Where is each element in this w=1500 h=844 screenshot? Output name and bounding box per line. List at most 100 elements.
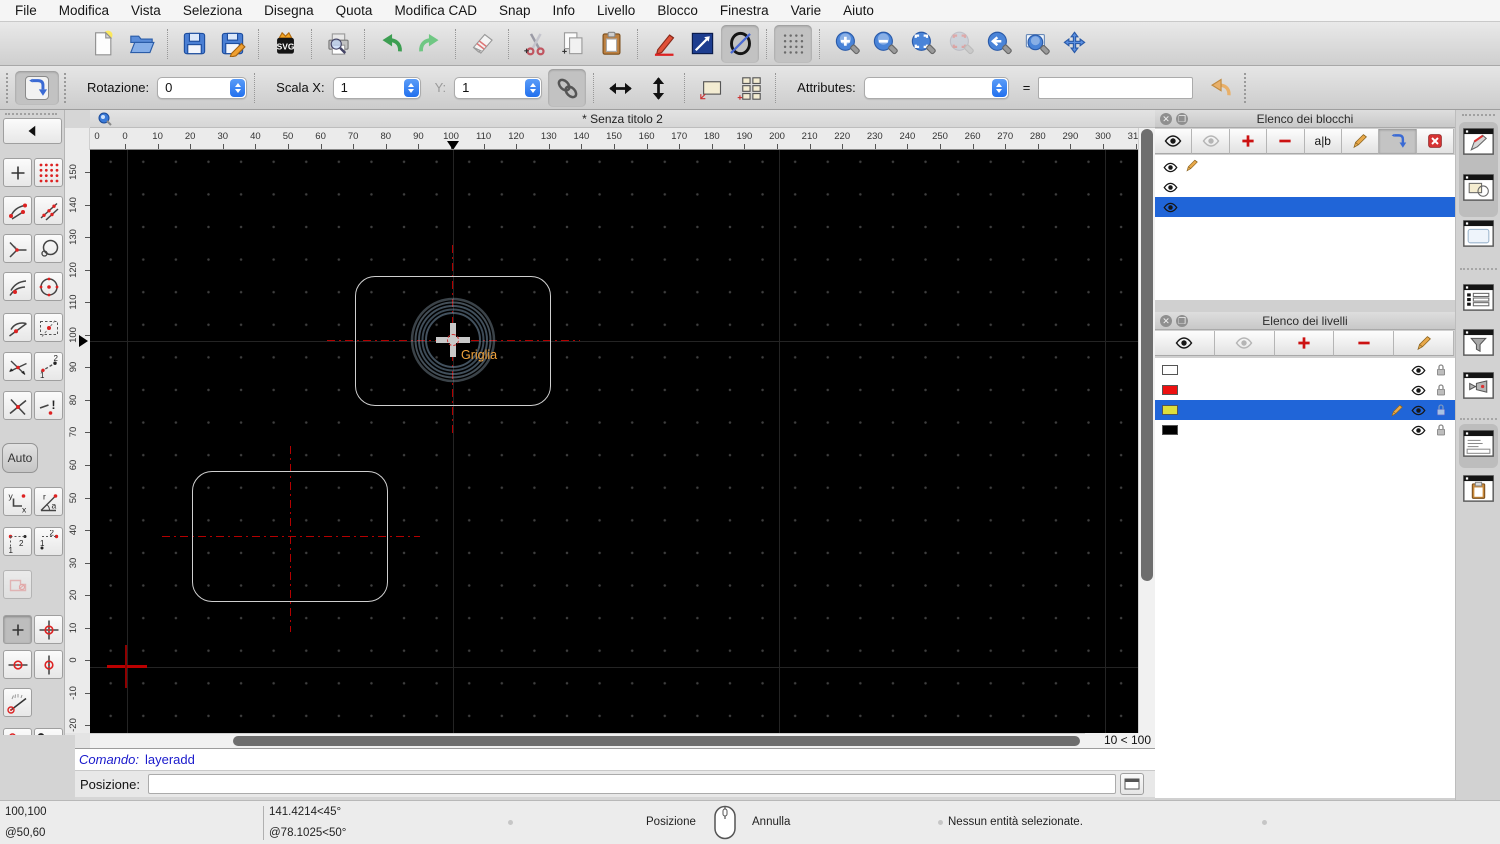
measure-rect-button[interactable]	[683, 25, 721, 63]
win-blank-toggle[interactable]	[1463, 220, 1494, 247]
palette-handle[interactable]	[5, 113, 57, 116]
zoom-in-button[interactable]	[827, 25, 865, 63]
stepper-icon[interactable]	[525, 78, 541, 97]
snap-distance-button[interactable]: 12	[34, 352, 63, 381]
minus-red-button[interactable]	[1267, 129, 1305, 154]
snap-free-button[interactable]	[3, 158, 32, 187]
lock-icon[interactable]	[1433, 402, 1449, 418]
block-row[interactable]	[1155, 157, 1455, 177]
attribute-value-input[interactable]	[1038, 76, 1194, 99]
snap-intersection-auto-button[interactable]	[3, 352, 32, 381]
layer-color-swatch[interactable]	[1162, 425, 1178, 435]
flip-vertical-button[interactable]	[639, 69, 677, 107]
menu-aiuto[interactable]: Aiuto	[832, 0, 885, 22]
angle-rays-button[interactable]	[3, 688, 32, 717]
insert-block-button[interactable]	[15, 70, 59, 105]
win-clipboard-toggle[interactable]	[1463, 475, 1494, 502]
eye-icon[interactable]	[1162, 200, 1179, 215]
restrict-vertical-button[interactable]	[34, 650, 63, 679]
link-scale-button[interactable]	[548, 68, 587, 107]
snap-grid-button[interactable]	[34, 158, 63, 187]
snap-nearest-button[interactable]	[3, 272, 32, 301]
reset-button[interactable]	[1201, 69, 1239, 107]
snap-perpendicular-button[interactable]	[3, 234, 32, 263]
delete-red-button[interactable]	[1416, 129, 1455, 154]
eraser-button[interactable]	[463, 25, 501, 63]
plus-red-button[interactable]	[1274, 331, 1335, 356]
drawing-canvas[interactable]: Griglia	[90, 150, 1138, 733]
coord-polar-button[interactable]: ra	[34, 487, 63, 516]
win-camera-toggle[interactable]	[1463, 372, 1494, 399]
rename-button[interactable]: a|b	[1304, 129, 1342, 154]
win-pencil-toggle[interactable]	[1463, 128, 1494, 155]
eye-gray-button[interactable]	[1192, 129, 1230, 154]
position-input[interactable]	[147, 774, 1116, 794]
vertical-scrollbar-thumb[interactable]	[1141, 129, 1153, 581]
back-button[interactable]	[3, 118, 62, 144]
snap-intersection-button[interactable]	[3, 391, 32, 420]
menu-disegna[interactable]: Disegna	[253, 0, 325, 22]
menu-modifica[interactable]: Modifica	[48, 0, 120, 22]
save-as-button[interactable]	[213, 25, 251, 63]
layer-row[interactable]	[1155, 420, 1455, 440]
block-row[interactable]	[1155, 197, 1455, 217]
flip-horizontal-button[interactable]	[601, 69, 639, 107]
zoom-auto-button[interactable]	[903, 25, 941, 63]
menu-file[interactable]: File	[4, 0, 48, 22]
menu-varie[interactable]: Varie	[780, 0, 833, 22]
dim-horizontal-button[interactable]: 12	[3, 527, 32, 556]
menu-quota[interactable]: Quota	[325, 0, 384, 22]
snap-center-button[interactable]	[34, 272, 63, 301]
new-file-button[interactable]	[84, 25, 122, 63]
menu-livello[interactable]: Livello	[586, 0, 646, 22]
cut-button[interactable]	[516, 25, 554, 63]
zoom-out-button[interactable]	[865, 25, 903, 63]
save-button[interactable]	[175, 25, 213, 63]
menu-seleziona[interactable]: Seleziona	[172, 0, 253, 22]
scale-y-combo[interactable]: 1	[454, 76, 543, 99]
circle-slash-button[interactable]	[721, 24, 759, 63]
paste-button[interactable]	[592, 25, 630, 63]
layer-row[interactable]	[1155, 380, 1455, 400]
win-command-toggle[interactable]	[1463, 430, 1494, 457]
win-list-toggle[interactable]	[1463, 284, 1494, 311]
menu-blocco[interactable]: Blocco	[646, 0, 709, 22]
eye-black-button[interactable]	[1155, 331, 1215, 356]
horizontal-scrollbar-thumb[interactable]	[233, 736, 1080, 746]
rectangle-entity[interactable]	[192, 471, 388, 602]
zoom-selection-button[interactable]	[941, 25, 979, 63]
block-row[interactable]	[1155, 177, 1455, 197]
stepper-icon[interactable]	[230, 78, 246, 97]
toolbar-handle[interactable]	[1244, 72, 1248, 103]
zoom-previous-button[interactable]	[979, 25, 1017, 63]
command-line[interactable]: Comando: layeradd	[75, 748, 1155, 771]
eye-icon[interactable]	[1410, 383, 1427, 398]
dim-vertical-button[interactable]: 12	[34, 527, 63, 556]
zoom-window-button[interactable]	[1017, 25, 1055, 63]
menu-finestra[interactable]: Finestra	[709, 0, 780, 22]
layer-color-swatch[interactable]	[1162, 365, 1178, 375]
snap-intersection-manual-button[interactable]: !	[34, 391, 63, 420]
drawing-tab-bar[interactable]: * Senza titolo 2	[90, 110, 1155, 128]
layer-row[interactable]	[1155, 360, 1455, 380]
copy-button[interactable]	[554, 25, 592, 63]
minus-red-button[interactable]	[1334, 331, 1395, 356]
pencil-orange-button[interactable]	[1394, 331, 1454, 356]
undo-button[interactable]	[372, 25, 410, 63]
eye-icon[interactable]	[1162, 180, 1179, 195]
menu-vista[interactable]: Vista	[120, 0, 172, 22]
eye-icon[interactable]	[1162, 160, 1179, 175]
insert-blue-button[interactable]	[1379, 129, 1417, 154]
eye-black-button[interactable]	[1155, 129, 1193, 154]
attributes-combo[interactable]	[863, 76, 1009, 99]
layer-color-swatch[interactable]	[1162, 385, 1178, 395]
eye-icon[interactable]	[1410, 363, 1427, 378]
stepper-icon[interactable]	[403, 78, 419, 97]
snap-middle-button[interactable]	[34, 313, 63, 342]
restrict-ghost-button[interactable]	[3, 570, 32, 599]
pan-button[interactable]	[1055, 25, 1093, 63]
restrict-nothing-button[interactable]	[3, 615, 32, 644]
print-preview-button[interactable]	[319, 25, 357, 63]
strip-handle[interactable]	[1462, 114, 1495, 116]
grid-dots-button[interactable]	[774, 24, 812, 63]
